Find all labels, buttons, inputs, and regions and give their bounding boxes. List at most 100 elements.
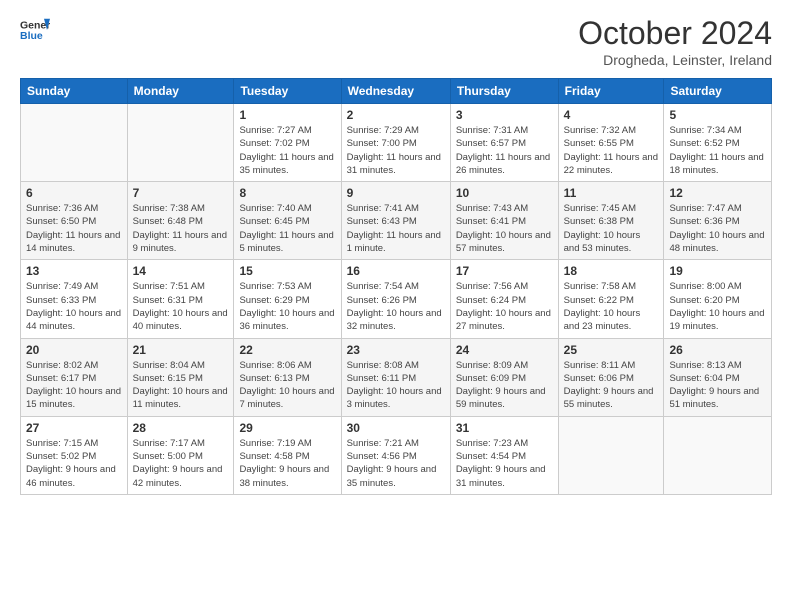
- day-number: 31: [456, 421, 553, 435]
- day-detail: Sunrise: 8:00 AMSunset: 6:20 PMDaylight:…: [669, 280, 766, 333]
- header-saturday: Saturday: [664, 79, 772, 104]
- month-title: October 2024: [578, 15, 772, 52]
- day-number: 27: [26, 421, 122, 435]
- day-number: 16: [347, 264, 445, 278]
- calendar-cell: 21 Sunrise: 8:04 AMSunset: 6:15 PMDayligh…: [127, 338, 234, 416]
- calendar-cell: 17Sunrise: 7:56 AMSunset: 6:24 PMDayligh…: [450, 260, 558, 338]
- calendar-cell: 15Sunrise: 7:53 AMSunset: 6:29 PMDayligh…: [234, 260, 341, 338]
- header-wednesday: Wednesday: [341, 79, 450, 104]
- day-detail: Sunrise: 8:08 AMSunset: 6:11 PMDaylight:…: [347, 359, 445, 412]
- calendar-cell: 1 Sunrise: 7:27 AMSunset: 7:02 PMDaylight…: [234, 104, 341, 182]
- day-number: 13: [26, 264, 122, 278]
- day-number: 5: [669, 108, 766, 122]
- calendar-cell: [127, 104, 234, 182]
- page-header: General Blue October 2024 Drogheda, Lein…: [20, 15, 772, 68]
- day-number: 2: [347, 108, 445, 122]
- day-number: 4: [564, 108, 659, 122]
- day-number: 21: [133, 343, 229, 357]
- calendar-cell: 14Sunrise: 7:51 AMSunset: 6:31 PMDayligh…: [127, 260, 234, 338]
- day-detail: Sunrise: 7:45 AMSunset: 6:38 PMDaylight:…: [564, 202, 659, 255]
- calendar-cell: 2Sunrise: 7:29 AMSunset: 7:00 PMDaylight…: [341, 104, 450, 182]
- title-section: October 2024 Drogheda, Leinster, Ireland: [578, 15, 772, 68]
- day-detail: Sunrise: 7:47 AMSunset: 6:36 PMDaylight:…: [669, 202, 766, 255]
- day-number: 6: [26, 186, 122, 200]
- day-number: 7: [133, 186, 229, 200]
- calendar-cell: [558, 416, 664, 494]
- calendar-table: Sunday Monday Tuesday Wednesday Thursday…: [20, 78, 772, 495]
- calendar-cell: 18Sunrise: 7:58 AMSunset: 6:22 PMDayligh…: [558, 260, 664, 338]
- day-detail: Sunrise: 7:31 AMSunset: 6:57 PMDaylight:…: [456, 124, 553, 177]
- day-detail: Sunrise: 8:06 AMSunset: 6:13 PMDaylight:…: [239, 359, 335, 412]
- day-detail: Sunrise: 7:54 AMSunset: 6:26 PMDaylight:…: [347, 280, 445, 333]
- day-detail: Sunrise: 8:09 AMSunset: 6:09 PMDaylight:…: [456, 359, 553, 412]
- day-detail: Sunrise: 7:15 AMSunset: 5:02 PMDaylight:…: [26, 437, 122, 490]
- calendar-cell: 25Sunrise: 8:11 AMSunset: 6:06 PMDayligh…: [558, 338, 664, 416]
- calendar-cell: [21, 104, 128, 182]
- day-detail: Sunrise: 7:34 AMSunset: 6:52 PMDaylight:…: [669, 124, 766, 177]
- day-detail: Sunrise: 8:02 AMSunset: 6:17 PMDaylight:…: [26, 359, 122, 412]
- calendar-cell: 10 Sunrise: 7:43 AMSunset: 6:41 PMDayligh…: [450, 182, 558, 260]
- day-detail: Sunrise: 7:41 AMSunset: 6:43 PMDaylight:…: [347, 202, 445, 255]
- day-detail: Sunrise: 7:43 AMSunset: 6:41 PMDaylight:…: [456, 202, 553, 255]
- day-detail: Sunrise: 7:17 AMSunset: 5:00 PMDaylight:…: [133, 437, 229, 490]
- day-number: 8: [239, 186, 335, 200]
- day-detail: Sunrise: 7:27 AMSunset: 7:02 PMDaylight:…: [239, 124, 335, 177]
- day-number: 12: [669, 186, 766, 200]
- calendar-cell: 31 Sunrise: 7:23 AMSunset: 4:54 PMDayligh…: [450, 416, 558, 494]
- calendar-cell: 19 Sunrise: 8:00 AMSunset: 6:20 PMDayligh…: [664, 260, 772, 338]
- calendar-cell: 12 Sunrise: 7:47 AMSunset: 6:36 PMDayligh…: [664, 182, 772, 260]
- day-number: 18: [564, 264, 659, 278]
- day-detail: Sunrise: 7:38 AMSunset: 6:48 PMDaylight:…: [133, 202, 229, 255]
- header-thursday: Thursday: [450, 79, 558, 104]
- calendar-cell: 4 Sunrise: 7:32 AMSunset: 6:55 PMDaylight…: [558, 104, 664, 182]
- header-tuesday: Tuesday: [234, 79, 341, 104]
- calendar-cell: 26 Sunrise: 8:13 AMSunset: 6:04 PMDayligh…: [664, 338, 772, 416]
- weekday-header-row: Sunday Monday Tuesday Wednesday Thursday…: [21, 79, 772, 104]
- day-number: 11: [564, 186, 659, 200]
- day-detail: Sunrise: 8:04 AMSunset: 6:15 PMDaylight:…: [133, 359, 229, 412]
- day-number: 19: [669, 264, 766, 278]
- calendar-week-2: 6 Sunrise: 7:36 AMSunset: 6:50 PMDaylight…: [21, 182, 772, 260]
- day-detail: Sunrise: 8:13 AMSunset: 6:04 PMDaylight:…: [669, 359, 766, 412]
- calendar-cell: 30 Sunrise: 7:21 AMSunset: 4:56 PMDayligh…: [341, 416, 450, 494]
- calendar-cell: 11 Sunrise: 7:45 AMSunset: 6:38 PMDayligh…: [558, 182, 664, 260]
- day-detail: Sunrise: 7:53 AMSunset: 6:29 PMDaylight:…: [239, 280, 335, 333]
- day-number: 30: [347, 421, 445, 435]
- calendar-cell: 13Sunrise: 7:49 AMSunset: 6:33 PMDayligh…: [21, 260, 128, 338]
- day-number: 9: [347, 186, 445, 200]
- calendar-week-1: 1 Sunrise: 7:27 AMSunset: 7:02 PMDaylight…: [21, 104, 772, 182]
- calendar-cell: 8 Sunrise: 7:40 AMSunset: 6:45 PMDaylight…: [234, 182, 341, 260]
- logo-icon: General Blue: [20, 15, 50, 45]
- calendar-cell: [664, 416, 772, 494]
- calendar-cell: 29Sunrise: 7:19 AMSunset: 4:58 PMDayligh…: [234, 416, 341, 494]
- calendar-cell: 9 Sunrise: 7:41 AMSunset: 6:43 PMDaylight…: [341, 182, 450, 260]
- day-detail: Sunrise: 7:23 AMSunset: 4:54 PMDaylight:…: [456, 437, 553, 490]
- calendar-cell: 16 Sunrise: 7:54 AMSunset: 6:26 PMDayligh…: [341, 260, 450, 338]
- day-number: 20: [26, 343, 122, 357]
- day-detail: Sunrise: 7:36 AMSunset: 6:50 PMDaylight:…: [26, 202, 122, 255]
- calendar-cell: 24 Sunrise: 8:09 AMSunset: 6:09 PMDayligh…: [450, 338, 558, 416]
- day-detail: Sunrise: 8:11 AMSunset: 6:06 PMDaylight:…: [564, 359, 659, 412]
- day-number: 28: [133, 421, 229, 435]
- day-number: 29: [239, 421, 335, 435]
- day-detail: Sunrise: 7:40 AMSunset: 6:45 PMDaylight:…: [239, 202, 335, 255]
- calendar-cell: 27 Sunrise: 7:15 AMSunset: 5:02 PMDayligh…: [21, 416, 128, 494]
- logo: General Blue: [20, 15, 54, 45]
- calendar-page: General Blue October 2024 Drogheda, Lein…: [0, 0, 792, 612]
- day-number: 10: [456, 186, 553, 200]
- location-subtitle: Drogheda, Leinster, Ireland: [578, 52, 772, 68]
- day-number: 14: [133, 264, 229, 278]
- day-number: 1: [239, 108, 335, 122]
- calendar-cell: 6 Sunrise: 7:36 AMSunset: 6:50 PMDaylight…: [21, 182, 128, 260]
- day-detail: Sunrise: 7:32 AMSunset: 6:55 PMDaylight:…: [564, 124, 659, 177]
- svg-text:Blue: Blue: [20, 30, 43, 42]
- day-number: 24: [456, 343, 553, 357]
- day-detail: Sunrise: 7:56 AMSunset: 6:24 PMDaylight:…: [456, 280, 553, 333]
- calendar-week-4: 20 Sunrise: 8:02 AMSunset: 6:17 PMDayligh…: [21, 338, 772, 416]
- calendar-cell: 20 Sunrise: 8:02 AMSunset: 6:17 PMDayligh…: [21, 338, 128, 416]
- calendar-cell: 5 Sunrise: 7:34 AMSunset: 6:52 PMDaylight…: [664, 104, 772, 182]
- calendar-week-5: 27 Sunrise: 7:15 AMSunset: 5:02 PMDayligh…: [21, 416, 772, 494]
- day-detail: Sunrise: 7:21 AMSunset: 4:56 PMDaylight:…: [347, 437, 445, 490]
- calendar-cell: 22Sunrise: 8:06 AMSunset: 6:13 PMDayligh…: [234, 338, 341, 416]
- day-number: 26: [669, 343, 766, 357]
